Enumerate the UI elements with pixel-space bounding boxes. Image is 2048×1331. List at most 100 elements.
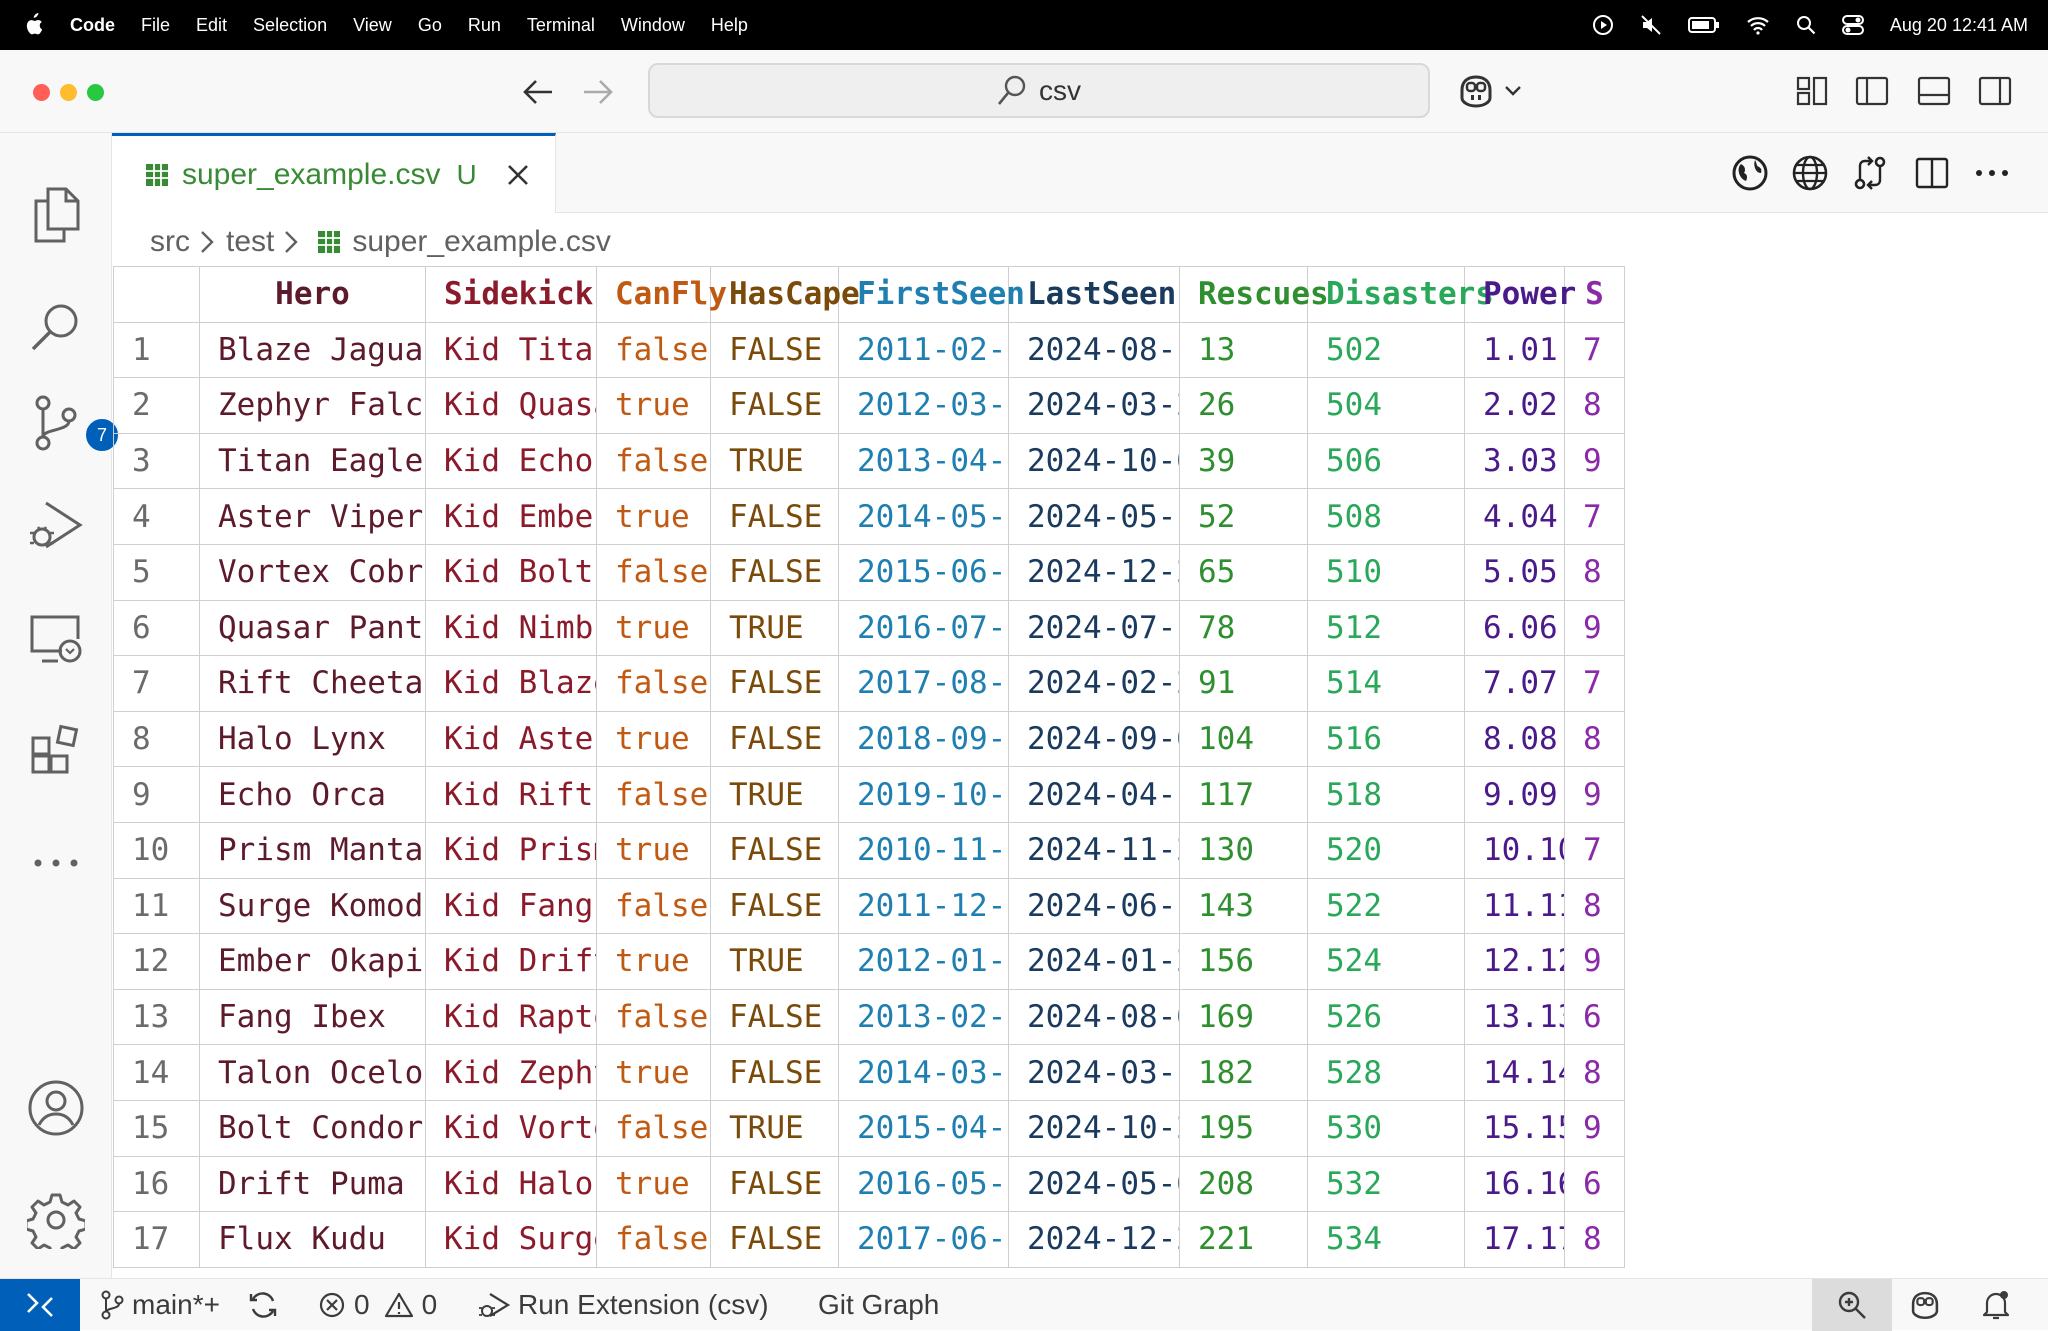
- table-cell[interactable]: Flux Kudu: [199, 1211, 426, 1268]
- table-cell[interactable]: Rift Cheetah: [199, 655, 426, 712]
- table-cell[interactable]: 9: [1564, 766, 1625, 823]
- row-number-cell[interactable]: 11: [113, 877, 200, 935]
- table-cell[interactable]: 3.03: [1464, 432, 1565, 490]
- table-cell[interactable]: FALSE: [710, 655, 839, 712]
- menu-view[interactable]: View: [353, 15, 392, 36]
- table-cell[interactable]: false: [596, 766, 711, 823]
- table-cell[interactable]: true: [596, 1044, 711, 1101]
- sync-button[interactable]: [248, 1279, 278, 1331]
- table-cell[interactable]: 91: [1179, 655, 1308, 712]
- table-cell[interactable]: 2024-11-27: [1008, 821, 1180, 879]
- wifi-icon[interactable]: [1746, 15, 1770, 35]
- table-cell[interactable]: 12.12: [1464, 933, 1565, 990]
- table-cell[interactable]: 530: [1307, 1099, 1465, 1157]
- table-cell[interactable]: 6: [1564, 1155, 1625, 1213]
- row-number-cell[interactable]: 14: [113, 1044, 200, 1101]
- row-number-cell[interactable]: 4: [113, 488, 200, 545]
- menubar-clock[interactable]: Aug 20 12:41 AM: [1890, 15, 2028, 36]
- table-cell[interactable]: 10.10: [1464, 821, 1565, 879]
- table-cell[interactable]: Kid Blaze: [425, 655, 597, 712]
- column-header[interactable]: HasCape: [710, 266, 860, 323]
- table-cell[interactable]: 15.15: [1464, 1099, 1565, 1157]
- table-cell[interactable]: 5.05: [1464, 543, 1565, 601]
- row-number-cell[interactable]: 15: [113, 1099, 200, 1157]
- row-number-cell[interactable]: 9: [113, 766, 200, 823]
- menu-edit[interactable]: Edit: [196, 15, 227, 36]
- table-cell[interactable]: 143: [1179, 877, 1308, 935]
- zoom-indicator-button[interactable]: [1812, 1279, 1892, 1331]
- manage-settings-button[interactable]: [26, 1190, 86, 1250]
- mute-icon[interactable]: [1640, 14, 1662, 36]
- table-cell[interactable]: 9.09: [1464, 766, 1565, 823]
- table-cell[interactable]: Surge Komodo: [199, 877, 426, 935]
- table-cell[interactable]: Kid Rift: [425, 766, 597, 823]
- table-cell[interactable]: TRUE: [710, 432, 839, 490]
- menu-go[interactable]: Go: [418, 15, 442, 36]
- customize-layout-button[interactable]: [1792, 70, 1832, 112]
- close-window-button[interactable]: [33, 84, 50, 101]
- table-cell[interactable]: 104: [1179, 710, 1308, 768]
- row-number-cell[interactable]: 5: [113, 543, 200, 601]
- row-number-cell[interactable]: 2: [113, 377, 200, 434]
- table-cell[interactable]: TRUE: [710, 933, 839, 990]
- table-cell[interactable]: Fang Ibex: [199, 988, 426, 1046]
- table-cell[interactable]: Kid Ember: [425, 488, 597, 545]
- table-cell[interactable]: FALSE: [710, 710, 839, 768]
- table-cell[interactable]: Kid Bolt: [425, 543, 597, 601]
- table-cell[interactable]: FALSE: [710, 488, 839, 545]
- table-cell[interactable]: 510: [1307, 543, 1465, 601]
- table-cell[interactable]: 2.02: [1464, 377, 1565, 434]
- table-cell[interactable]: true: [596, 599, 711, 657]
- column-header[interactable]: Hero: [199, 266, 426, 323]
- table-cell[interactable]: 2024-12-28: [1008, 543, 1180, 601]
- battery-icon[interactable]: [1687, 15, 1720, 35]
- table-cell[interactable]: 2016-05-17: [838, 1155, 1009, 1213]
- column-header[interactable]: FirstSeen: [838, 266, 1025, 323]
- table-cell[interactable]: true: [596, 1155, 711, 1213]
- table-cell[interactable]: Kid Surge: [425, 1211, 597, 1268]
- row-number-cell[interactable]: 10: [113, 821, 200, 879]
- spotlight-search-icon[interactable]: [1796, 15, 1816, 35]
- explorer-button[interactable]: [26, 185, 86, 245]
- table-cell[interactable]: 26: [1179, 377, 1308, 434]
- row-number-cell[interactable]: 3: [113, 432, 200, 490]
- command-center-search[interactable]: csv: [648, 63, 1430, 118]
- table-cell[interactable]: 2015-04-16: [838, 1099, 1009, 1157]
- table-cell[interactable]: 8: [1564, 877, 1625, 935]
- table-cell[interactable]: 117: [1179, 766, 1308, 823]
- table-cell[interactable]: 7: [1564, 488, 1625, 545]
- table-cell[interactable]: 9: [1564, 933, 1625, 990]
- source-control-button[interactable]: 7: [26, 381, 120, 465]
- table-cell[interactable]: true: [596, 488, 711, 545]
- table-cell[interactable]: 2024-10-06: [1008, 432, 1180, 490]
- table-cell[interactable]: true: [596, 933, 711, 990]
- table-cell[interactable]: false: [596, 988, 711, 1046]
- open-in-browser-button[interactable]: [1730, 153, 1770, 193]
- table-cell[interactable]: 130: [1179, 821, 1308, 879]
- table-cell[interactable]: false: [596, 877, 711, 935]
- table-cell[interactable]: 2024-04-16: [1008, 766, 1180, 823]
- table-cell[interactable]: FALSE: [710, 1044, 839, 1101]
- table-cell[interactable]: TRUE: [710, 599, 839, 657]
- table-cell[interactable]: 2014-03-15: [838, 1044, 1009, 1101]
- table-cell[interactable]: 13.13: [1464, 988, 1565, 1046]
- column-header[interactable]: Rescues: [1179, 266, 1329, 323]
- table-cell[interactable]: 8: [1564, 1211, 1625, 1268]
- table-cell[interactable]: Zephyr Falcon: [199, 377, 426, 434]
- table-cell[interactable]: 195: [1179, 1099, 1308, 1157]
- table-cell[interactable]: 522: [1307, 877, 1465, 935]
- table-cell[interactable]: 2017-06-18: [838, 1211, 1009, 1268]
- tab-super-example-csv[interactable]: super_example.csv U: [112, 133, 556, 213]
- table-cell[interactable]: 1.01: [1464, 321, 1565, 379]
- copilot-status-button[interactable]: [1908, 1279, 1942, 1331]
- table-cell[interactable]: 2019-10-10: [838, 766, 1009, 823]
- table-cell[interactable]: FALSE: [710, 1155, 839, 1213]
- table-cell[interactable]: 7: [1564, 321, 1625, 379]
- table-cell[interactable]: 2024-05-09: [1008, 1155, 1180, 1213]
- table-cell[interactable]: 6.06: [1464, 599, 1565, 657]
- table-cell[interactable]: 11.11: [1464, 877, 1565, 935]
- table-cell[interactable]: 506: [1307, 432, 1465, 490]
- table-cell[interactable]: 2012-03-03: [838, 377, 1009, 434]
- table-cell[interactable]: 2024-03-15: [1008, 1044, 1180, 1101]
- table-cell[interactable]: Echo Orca: [199, 766, 426, 823]
